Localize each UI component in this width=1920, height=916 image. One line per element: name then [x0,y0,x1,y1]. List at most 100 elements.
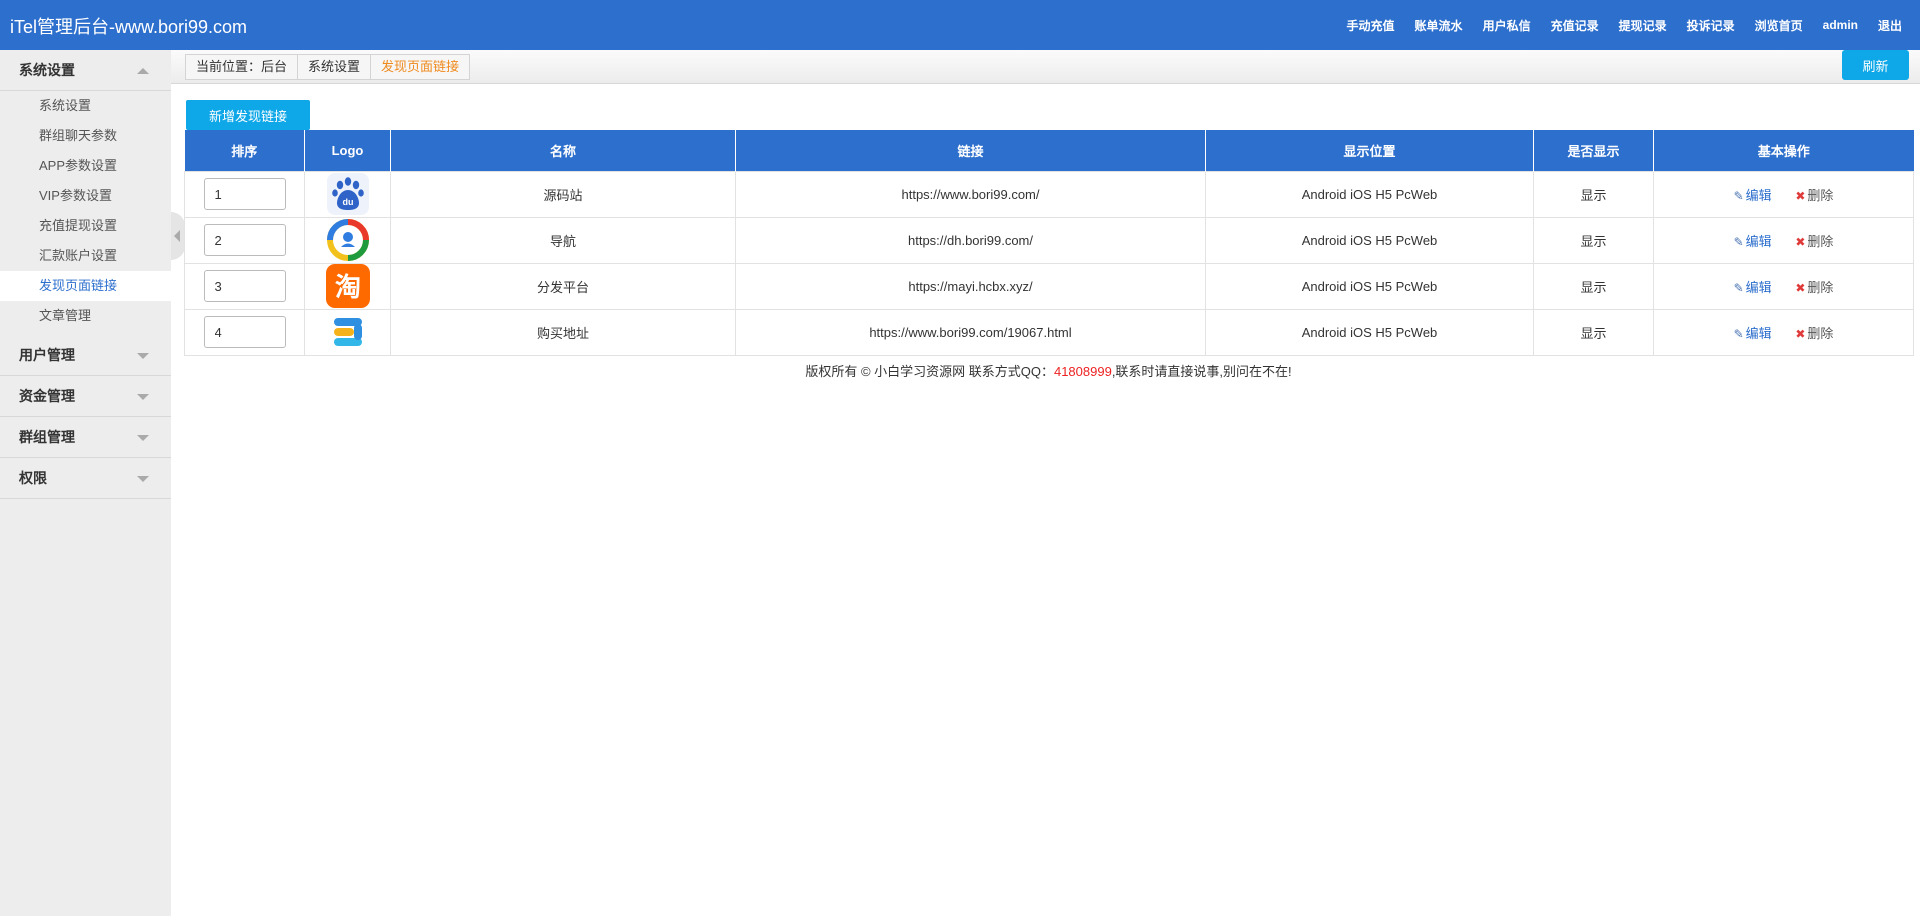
table-row: du 源码站 https://www.bori99.com/ Android i… [184,170,1914,218]
table-row: 淘 分发平台 https://mayi.hcbx.xyz/ Android iO… [184,262,1914,310]
edit-button[interactable]: ✎ 编辑 [1734,323,1772,342]
nav-admin[interactable]: admin [1823,18,1858,32]
column-header-visible: 是否显示 [1533,130,1654,171]
row-position: Android iOS H5 PcWeb [1205,262,1534,310]
baidu-logo-icon: du [326,173,369,215]
sidebar-group-label: 系统设置 [19,62,75,78]
footer-note: ,联系时请直接说事,别问在不在! [1111,364,1292,379]
table-row: 导航 https://dh.bori99.com/ Android iOS H5… [184,216,1914,264]
top-header: iTel管理后台-www.bori99.com 手动充值 账单流水 用户私信 充… [0,0,1920,50]
edit-label: 编辑 [1745,325,1772,341]
close-icon: ✖ [1795,188,1806,203]
breadcrumb-bar: 当前位置：后台 系统设置 发现页面链接 刷新 [171,50,1920,84]
taobao-logo-icon: 淘 [325,264,370,308]
sidebar-item-recharge-withdraw[interactable]: 充值提现设置 [0,211,171,241]
column-header-logo: Logo [304,130,391,171]
sort-input[interactable] [203,270,286,302]
row-visible: 显示 [1533,308,1654,356]
close-icon: ✖ [1795,280,1806,295]
row-visible: 显示 [1533,262,1654,310]
breadcrumb-location[interactable]: 当前位置：后台 [186,55,299,79]
shop-logo-icon [326,311,369,353]
delete-label: 删除 [1807,233,1834,249]
sidebar-item-discover-links[interactable]: 发现页面链接 [0,271,171,301]
row-position: Android iOS H5 PcWeb [1205,216,1534,264]
nav-recharge-records[interactable]: 充值记录 [1551,17,1599,34]
footer-qq: 41808999 [1053,364,1112,379]
nav-circle-logo-icon [326,219,369,261]
close-icon: ✖ [1795,326,1806,341]
chevron-down-icon [137,476,149,482]
add-discover-link-button[interactable]: 新增发现链接 [186,100,310,130]
column-header-actions: 基本操作 [1653,130,1914,171]
sidebar-item-article-management[interactable]: 文章管理 [0,301,171,331]
sidebar-group-fund-management[interactable]: 资金管理 [0,376,171,417]
delete-button[interactable]: ✖ 删除 [1795,185,1833,204]
edit-label: 编辑 [1745,233,1772,249]
sidebar-submenu: 系统设置 群组聊天参数 APP参数设置 VIP参数设置 充值提现设置 汇款账户设… [0,91,171,335]
table-row: 购买地址 https://www.bori99.com/19067.html A… [184,308,1914,356]
nav-user-messages[interactable]: 用户私信 [1483,17,1531,34]
edit-button[interactable]: ✎ 编辑 [1734,185,1772,204]
row-name: 分发平台 [390,262,736,310]
footer-copyright: 版权所有 © 小白学习资源网 联系方式QQ： [805,364,1054,379]
chevron-up-icon [137,68,149,74]
breadcrumb-current: 发现页面链接 [381,59,460,74]
chevron-down-icon [137,435,149,441]
delete-label: 删除 [1807,187,1834,203]
row-name: 购买地址 [390,308,736,356]
chevron-down-icon [137,394,149,400]
sidebar-collapse-handle[interactable] [171,212,185,260]
row-link: https://dh.bori99.com/ [735,216,1206,264]
sidebar-group-label: 资金管理 [19,388,75,404]
chevron-down-icon [137,353,149,359]
row-visible: 显示 [1533,170,1654,218]
nav-logout[interactable]: 退出 [1878,17,1902,34]
row-position: Android iOS H5 PcWeb [1205,170,1534,218]
row-visible: 显示 [1533,216,1654,264]
nav-manual-recharge[interactable]: 手动充值 [1347,17,1395,34]
svg-text:du: du [342,197,353,207]
sidebar-group-user-management[interactable]: 用户管理 [0,335,171,376]
app-title: iTel管理后台-www.bori99.com [10,17,248,37]
table-header-row: 排序 Logo 名称 链接 显示位置 是否显示 基本操作 [184,130,1914,171]
sidebar-item-group-chat-params[interactable]: 群组聊天参数 [0,121,171,151]
close-icon: ✖ [1795,234,1806,249]
delete-button[interactable]: ✖ 删除 [1795,231,1833,250]
sidebar-group-label: 用户管理 [19,347,75,363]
nav-complaint-records[interactable]: 投诉记录 [1687,17,1735,34]
sidebar-group-group-management[interactable]: 群组管理 [0,417,171,458]
pencil-icon: ✎ [1733,280,1744,295]
pencil-icon: ✎ [1733,234,1744,249]
sidebar-group-permissions[interactable]: 权限 [0,458,171,499]
row-position: Android iOS H5 PcWeb [1205,308,1534,356]
sort-input[interactable] [203,178,286,210]
pencil-icon: ✎ [1733,326,1744,341]
sidebar-item-remit-account[interactable]: 汇款账户设置 [0,241,171,271]
sidebar-item-app-params[interactable]: APP参数设置 [0,151,171,181]
edit-button[interactable]: ✎ 编辑 [1734,277,1772,296]
delete-label: 删除 [1807,325,1834,341]
delete-label: 删除 [1807,279,1834,295]
column-header-sort: 排序 [184,130,305,171]
edit-button[interactable]: ✎ 编辑 [1734,231,1772,250]
nav-browse-home[interactable]: 浏览首页 [1755,17,1803,34]
delete-button[interactable]: ✖ 删除 [1795,277,1833,296]
sort-input[interactable] [203,316,286,348]
column-header-link: 链接 [735,130,1206,171]
sidebar-item-system-settings[interactable]: 系统设置 [0,91,171,121]
sidebar-group-system-settings[interactable]: 系统设置 [0,50,171,91]
refresh-button[interactable]: 刷新 [1842,50,1909,80]
nav-withdraw-records[interactable]: 提现记录 [1619,17,1667,34]
sort-input[interactable] [203,224,286,256]
row-name: 导航 [390,216,736,264]
breadcrumb-system-settings[interactable]: 系统设置 [298,55,372,79]
row-link: https://www.bori99.com/19067.html [735,308,1206,356]
column-header-name: 名称 [390,130,736,171]
nav-bill-flow[interactable]: 账单流水 [1415,17,1463,34]
delete-button[interactable]: ✖ 删除 [1795,323,1833,342]
footer: 版权所有 © 小白学习资源网 联系方式QQ：41808999,联系时请直接说事,… [184,361,1913,380]
row-link: https://www.bori99.com/ [735,170,1206,218]
sidebar-group-label: 权限 [19,470,47,486]
sidebar-item-vip-params[interactable]: VIP参数设置 [0,181,171,211]
